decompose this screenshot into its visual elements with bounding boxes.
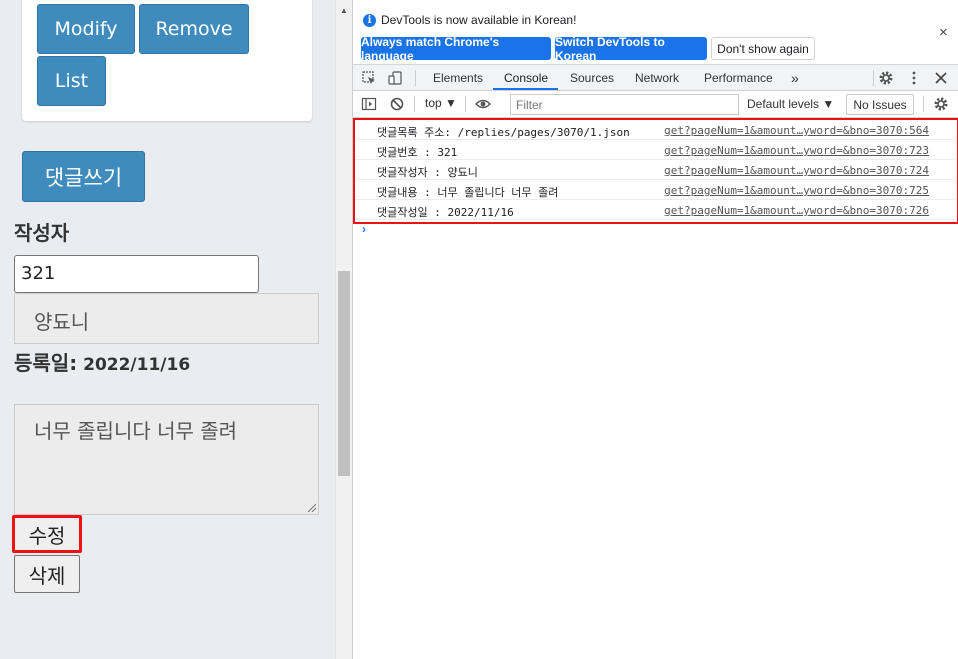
toolbar-separator [465, 96, 466, 112]
console-output: 댓글목록 주소: /replies/pages/3070/1.json get?… [353, 118, 958, 659]
info-icon: i [363, 14, 376, 27]
console-toolbar: top ▼ Filter Default levels ▼ No Issues [353, 91, 958, 118]
regdate-value: 2022/11/16 [77, 355, 191, 375]
list-button[interactable]: List [37, 56, 106, 106]
web-page: Modify Remove List 댓글쓰기 작성자 321 양됴니 등록일:… [0, 0, 335, 659]
reply-content-text: 너무 졸립니다 너무 졸려 [34, 419, 238, 443]
delete-reply-button[interactable]: 삭제 [14, 555, 80, 593]
scroll-up-arrow-icon[interactable]: ▲ [340, 6, 348, 15]
tab-console[interactable]: Console [504, 65, 548, 90]
replyer-input[interactable]: 양됴니 [14, 293, 319, 344]
tab-sources[interactable]: Sources [570, 65, 614, 90]
dont-show-again-button[interactable]: Don't show again [711, 37, 815, 60]
regdate-line: 등록일: 2022/11/16 [14, 347, 190, 376]
modify-button[interactable]: Modify [37, 4, 135, 54]
tab-network[interactable]: Network [635, 65, 679, 90]
devtools-tabbar: Elements Console Sources Network Perform… [353, 65, 958, 91]
page-scrollbar[interactable]: ▲ [335, 0, 352, 659]
sidebar-toggle-icon[interactable] [361, 96, 377, 112]
filter-input[interactable]: Filter [510, 94, 739, 115]
remove-button[interactable]: Remove [139, 4, 249, 54]
write-reply-button[interactable]: 댓글쓰기 [22, 151, 145, 202]
resize-grip-icon[interactable] [307, 503, 316, 512]
inspect-element-icon[interactable] [361, 70, 377, 86]
settings-gear-icon[interactable] [878, 70, 894, 86]
tab-performance[interactable]: Performance [704, 65, 773, 90]
more-tabs-icon[interactable]: » [791, 65, 799, 90]
clear-console-icon[interactable] [389, 96, 405, 112]
active-tab-indicator [493, 88, 558, 90]
scrollbar-thumb[interactable] [338, 271, 350, 476]
device-toolbar-icon[interactable] [387, 70, 403, 86]
devtools-panel: i DevTools is now available in Korean! ×… [352, 0, 958, 659]
console-prompt-icon[interactable]: › [362, 222, 366, 236]
reply-content-textarea[interactable]: 너무 졸립니다 너무 졸려 [14, 404, 319, 515]
live-expression-eye-icon[interactable] [475, 96, 491, 112]
reply-number-input[interactable]: 321 [14, 255, 259, 293]
infobar-message: DevTools is now available in Korean! [381, 13, 577, 27]
context-selector[interactable]: top ▼ [425, 96, 457, 110]
edit-reply-button[interactable]: 수정 [12, 515, 82, 553]
switch-to-korean-button[interactable]: Switch DevTools to Korean [555, 35, 707, 63]
regdate-label: 등록일: [14, 351, 78, 375]
toolbar-separator [414, 96, 415, 112]
writer-label: 작성자 [14, 221, 70, 245]
close-icon[interactable]: × [939, 24, 948, 41]
tab-elements[interactable]: Elements [433, 65, 483, 90]
always-match-language-button[interactable]: Always match Chrome's language [361, 35, 551, 63]
toolbar-separator [923, 96, 924, 112]
issues-button[interactable]: No Issues [846, 94, 914, 115]
console-settings-gear-icon[interactable] [933, 96, 949, 112]
language-infobar: i DevTools is now available in Korean! ×… [353, 0, 958, 65]
tab-separator [873, 70, 874, 86]
highlight-box [353, 118, 958, 224]
close-devtools-icon[interactable] [933, 70, 949, 86]
tab-separator [415, 70, 416, 86]
more-options-icon[interactable] [906, 70, 922, 86]
log-levels-dropdown[interactable]: Default levels ▼ [747, 97, 834, 111]
